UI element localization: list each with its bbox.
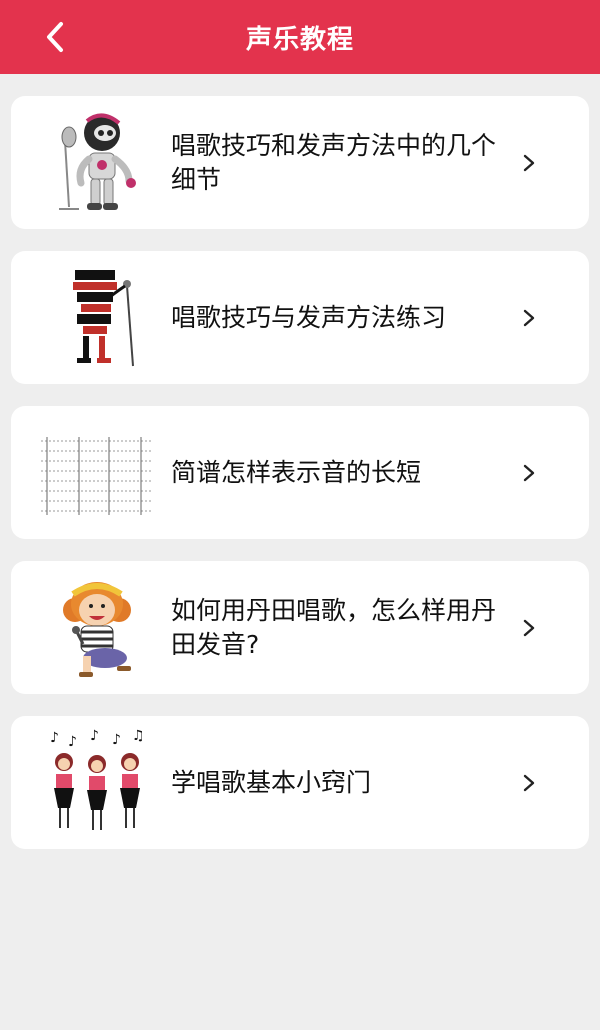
page-title: 声乐教程 [245, 24, 354, 55]
app-bar: 声乐教程 [0, 0, 600, 74]
tutorial-list: 唱歌技巧和发声方法中的几个细节 唱歌技巧与发声方法练习 简谱怎样表示音的长短 如… [11, 96, 589, 871]
cartoon-girl-singer-illustration [35, 573, 159, 683]
chevron-right-icon [523, 774, 535, 792]
list-item[interactable]: 唱歌技巧和发声方法中的几个细节 [11, 96, 589, 229]
item-title: 唱歌技巧与发声方法练习 [171, 302, 447, 332]
item-title: 简谱怎样表示音的长短 [171, 457, 422, 487]
item-title: 如何用丹田唱歌，怎么样用丹田发音? [171, 595, 497, 659]
chevron-right-icon [523, 154, 535, 172]
typography-singer-illustration [35, 263, 159, 373]
svg-text:♪: ♪ [68, 734, 77, 750]
chevron-right-icon [523, 309, 535, 327]
list-item[interactable]: 唱歌技巧与发声方法练习 [11, 251, 589, 384]
list-item[interactable]: 如何用丹田唱歌，怎么样用丹田发音? [11, 561, 589, 694]
back-button[interactable] [30, 12, 80, 62]
svg-text:♫: ♫ [132, 728, 145, 744]
chevron-right-icon [523, 464, 535, 482]
list-item[interactable]: ♪ ♪ ♪ ♪ ♫ 学唱歌基本小窍门 [11, 716, 589, 849]
chevron-right-icon [523, 619, 535, 637]
item-title: 唱歌技巧和发声方法中的几个细节 [171, 130, 497, 194]
chevron-left-icon [47, 22, 63, 52]
svg-text:♪: ♪ [112, 732, 121, 748]
svg-text:♪: ♪ [50, 730, 59, 746]
choir-girls-illustration: ♪ ♪ ♪ ♪ ♫ [35, 728, 159, 838]
sheet-music-image [35, 418, 159, 528]
list-item[interactable]: 简谱怎样表示音的长短 [11, 406, 589, 539]
item-title: 学唱歌基本小窍门 [171, 767, 372, 797]
robot-singer-illustration [35, 108, 159, 218]
svg-text:♪: ♪ [90, 728, 99, 744]
